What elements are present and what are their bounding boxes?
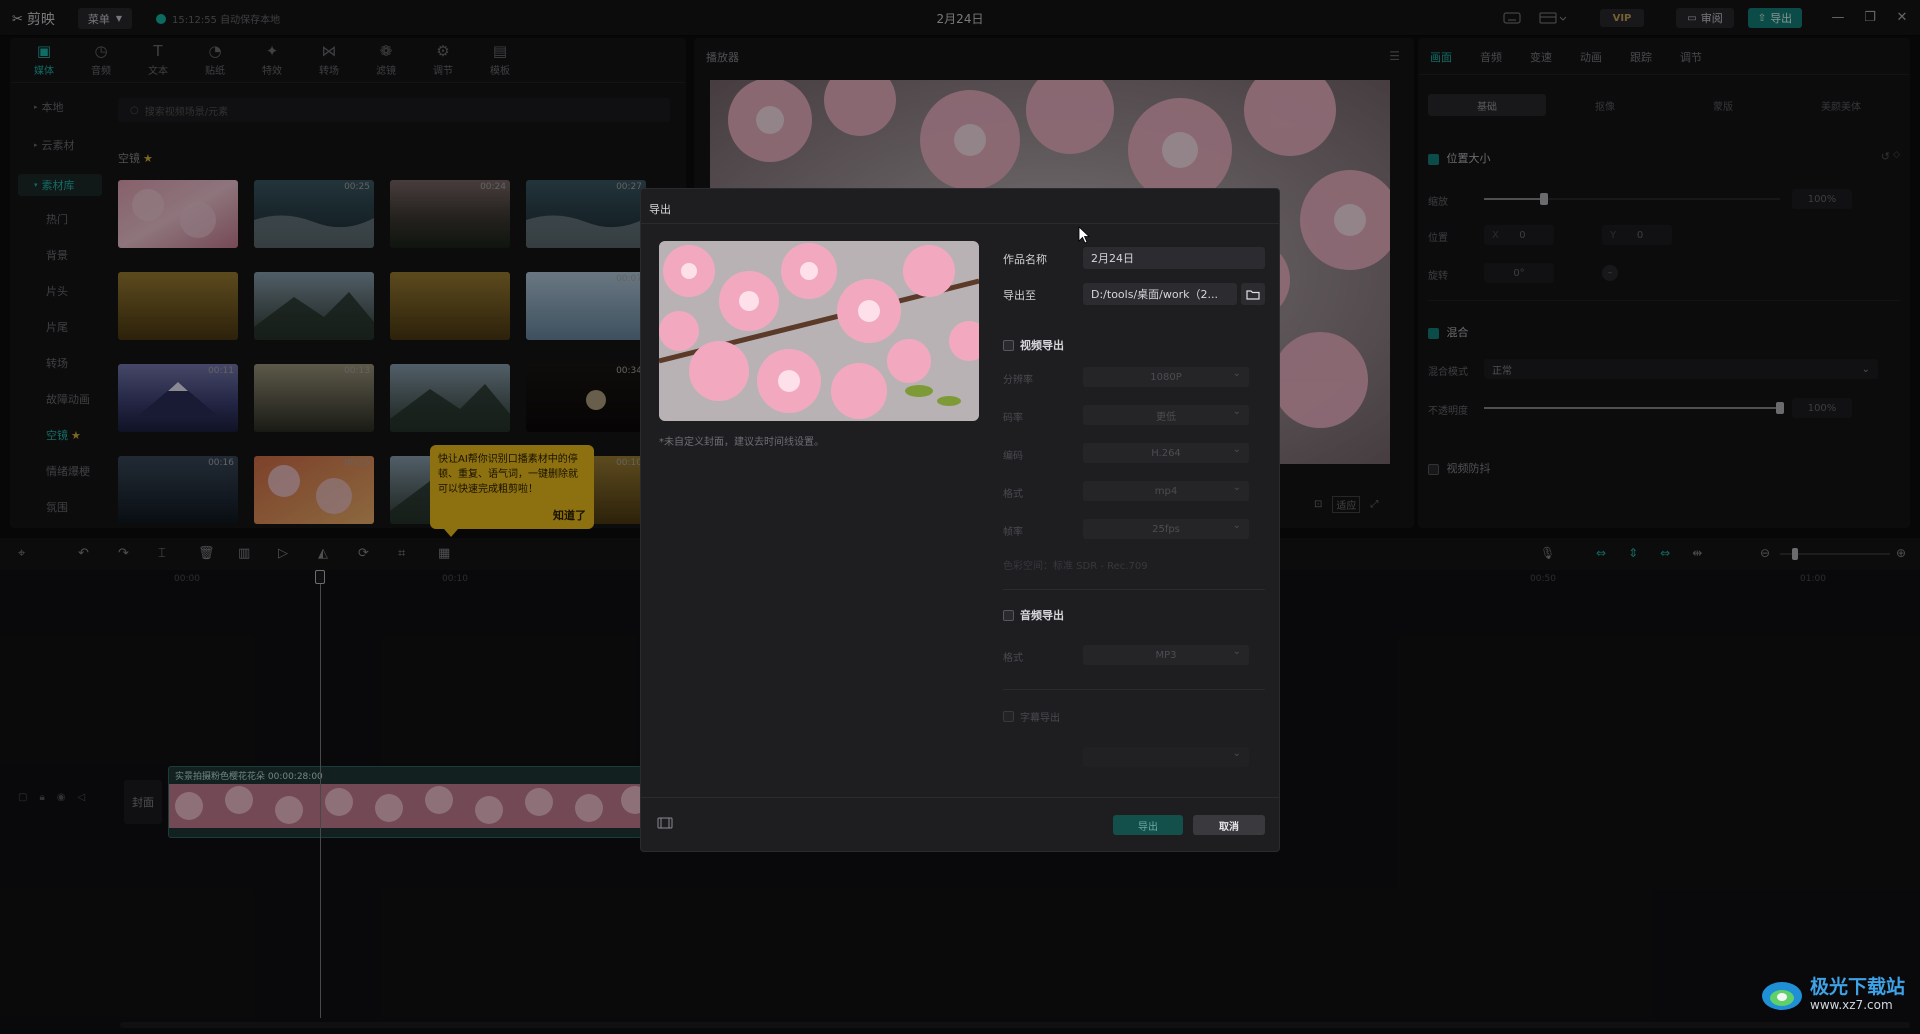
audio-format-value: MP3: [1155, 649, 1177, 661]
cover-image: [659, 241, 979, 421]
subtitle-format-select: [1083, 747, 1249, 767]
resolution-value: 1080P: [1150, 371, 1182, 383]
film-icon[interactable]: [657, 817, 673, 829]
audio-export-section[interactable]: 音频导出: [1003, 607, 1064, 623]
folder-icon[interactable]: [1241, 283, 1265, 305]
bitrate-value: 更低: [1156, 411, 1176, 423]
bitrate-select[interactable]: 更低: [1083, 405, 1249, 425]
format-label: 格式: [1003, 489, 1023, 500]
export-cover-preview[interactable]: [659, 241, 979, 421]
color-space-text: 色彩空间：标准 SDR - Rec.709: [1003, 561, 1148, 572]
resolution-select[interactable]: 1080P: [1083, 367, 1249, 387]
fps-label: 帧率: [1003, 527, 1023, 538]
audio-format-label: 格式: [1003, 653, 1023, 664]
audio-export-checkbox[interactable]: [1003, 609, 1014, 621]
codec-label: 编码: [1003, 451, 1023, 462]
watermark-url: www.xz7.com: [1810, 998, 1893, 1012]
fps-value: 25fps: [1152, 523, 1180, 535]
export-dialog: 导出 *未自定义封面，建议去时间线设置。 作品名称 2月24日 导出至 D:/t…: [640, 188, 1280, 852]
path-label: 导出至: [1003, 289, 1036, 302]
codec-value: H.264: [1151, 447, 1181, 459]
format-value: mp4: [1154, 485, 1178, 497]
cover-hint: *未自定义封面，建议去时间线设置。: [659, 437, 824, 448]
mouse-cursor-icon: [1078, 226, 1090, 244]
name-input[interactable]: 2月24日: [1083, 247, 1265, 269]
fps-select[interactable]: 25fps: [1083, 519, 1249, 539]
audio-format-select[interactable]: MP3: [1083, 645, 1249, 665]
watermark-brand: 极光下载站: [1810, 976, 1906, 998]
video-export-title: 视频导出: [1020, 339, 1064, 352]
subtitle-export-section: 字幕导出: [1003, 709, 1060, 724]
watermark-logo-icon: [1762, 982, 1802, 1010]
dialog-title: 导出: [649, 203, 671, 216]
watermark: 极光下载站 www.xz7.com: [1760, 976, 1905, 1016]
name-label: 作品名称: [1003, 253, 1047, 266]
audio-export-title: 音频导出: [1020, 609, 1064, 622]
path-input[interactable]: D:/tools/桌面/work（2...: [1083, 283, 1237, 305]
subtitle-export-title: 字幕导出: [1020, 713, 1060, 724]
video-export-section[interactable]: 视频导出: [1003, 337, 1064, 353]
subtitle-export-checkbox: [1003, 711, 1014, 722]
format-select[interactable]: mp4: [1083, 481, 1249, 501]
bitrate-label: 码率: [1003, 413, 1023, 424]
video-export-checkbox[interactable]: [1003, 339, 1014, 351]
cancel-button[interactable]: 取消: [1193, 815, 1265, 835]
resolution-label: 分辨率: [1003, 375, 1033, 386]
codec-select[interactable]: H.264: [1083, 443, 1249, 463]
export-button[interactable]: 导出: [1113, 815, 1183, 835]
